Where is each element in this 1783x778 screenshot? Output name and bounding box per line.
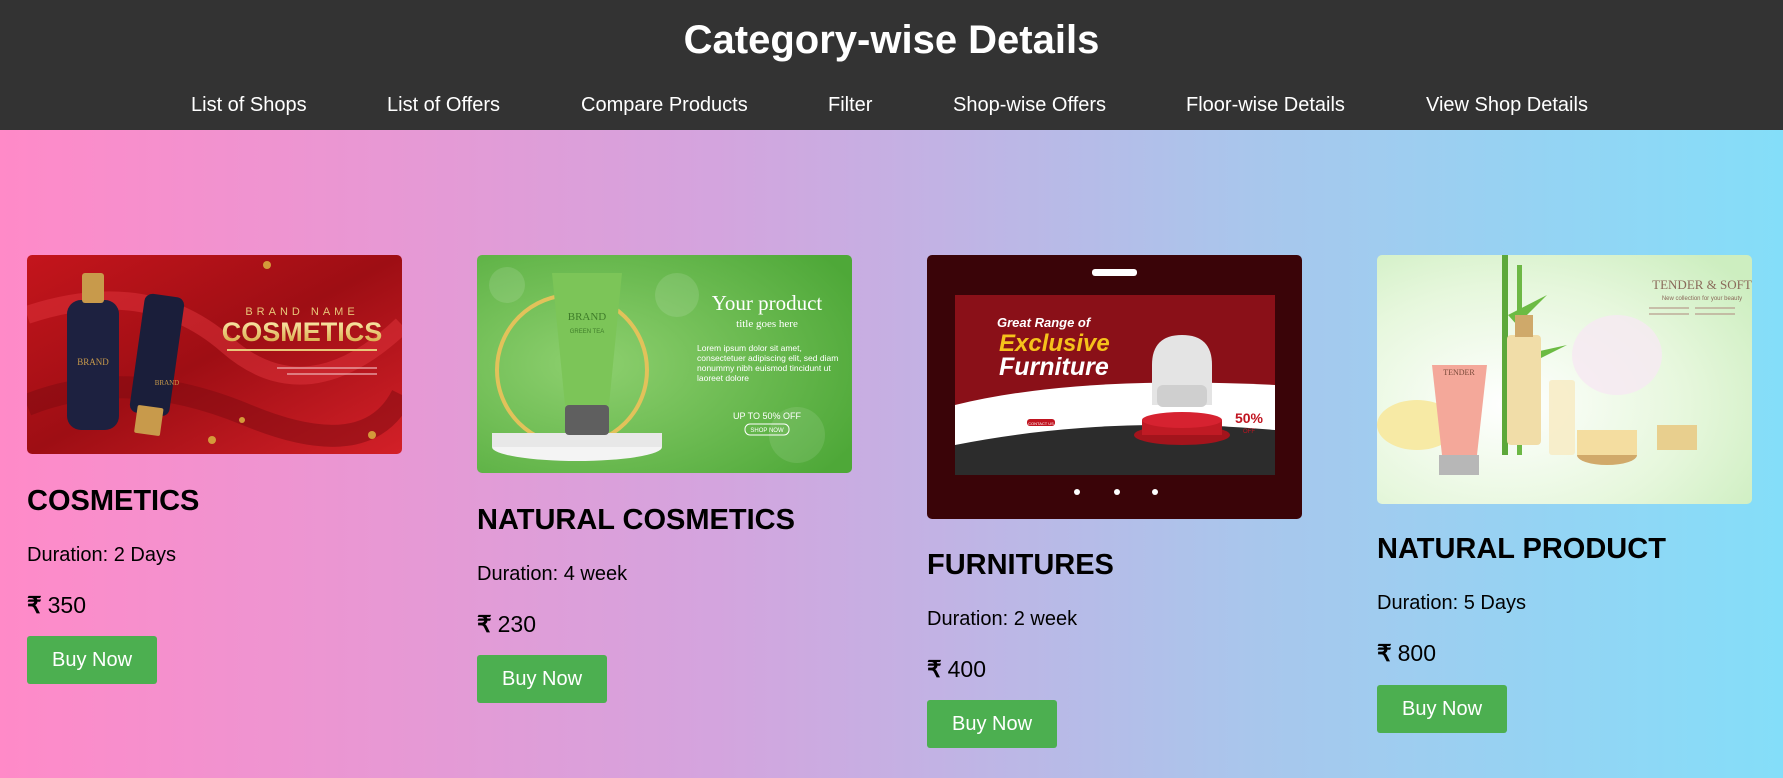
price-value: 230	[497, 611, 537, 637]
svg-text:New collection for your beauty: New collection for your beauty	[1662, 296, 1742, 302]
svg-text:Your product: Your product	[712, 291, 823, 315]
cosmetics-banner-graphic: BRAND BRAND BRAND NAME COSMETICS	[27, 255, 402, 454]
svg-text:UP TO 50% OFF: UP TO 50% OFF	[733, 411, 802, 421]
nav-view-shop-details[interactable]: View Shop Details	[1426, 94, 1588, 117]
rupee-icon: ₹	[27, 592, 42, 618]
rupee-icon: ₹	[1377, 640, 1392, 666]
svg-text:CONTACT US: CONTACT US	[1028, 421, 1054, 426]
svg-text:title goes here: title goes here	[736, 318, 798, 330]
card-title: COSMETICS	[27, 485, 200, 517]
buy-now-button[interactable]: Buy Now	[927, 700, 1057, 748]
category-card-furnitures: Great Range of Exclusive Furniture CONTA…	[927, 255, 1302, 748]
card-title: NATURAL PRODUCT	[1377, 533, 1666, 565]
nav-floor-wise-details[interactable]: Floor-wise Details	[1186, 94, 1345, 117]
svg-text:GREEN TEA: GREEN TEA	[570, 329, 605, 335]
card-duration: Duration: 2 week	[927, 608, 1078, 630]
category-card-natural-product: TENDER TENDER & SOFT New collection for …	[1377, 255, 1752, 733]
card-title: FURNITURES	[927, 549, 1114, 581]
rupee-icon: ₹	[927, 656, 942, 682]
svg-text:Great Range of: Great Range of	[997, 315, 1092, 330]
price-value: 800	[1397, 640, 1437, 666]
price-value: 350	[47, 592, 87, 618]
furnitures-banner-image: Great Range of Exclusive Furniture CONTA…	[927, 255, 1302, 519]
svg-text:Furniture: Furniture	[999, 353, 1109, 381]
nav-list-of-offers[interactable]: List of Offers	[387, 94, 500, 117]
card-price: ₹230	[477, 611, 536, 638]
page-title: Category-wise Details	[683, 18, 1100, 62]
nav-list-of-shops[interactable]: List of Shops	[191, 94, 307, 117]
natural-cosmetics-banner-image: BRAND GREEN TEA Your product title goes …	[477, 255, 852, 473]
nav-bar: List of Shops List of Offers Compare Pro…	[0, 94, 1783, 118]
price-value: 400	[947, 656, 987, 682]
category-card-natural-cosmetics: BRAND GREEN TEA Your product title goes …	[477, 255, 852, 703]
svg-text:TENDER: TENDER	[1443, 368, 1475, 377]
buy-now-button[interactable]: Buy Now	[1377, 685, 1507, 733]
svg-text:BRAND: BRAND	[77, 357, 109, 367]
category-card-cosmetics: BRAND BRAND BRAND NAME COSMETICS COSMETI…	[27, 255, 402, 684]
svg-text:BRAND: BRAND	[155, 379, 180, 387]
card-price: ₹400	[927, 656, 986, 683]
svg-text:BRAND: BRAND	[568, 311, 607, 323]
top-header: Category-wise Details List of Shops List…	[0, 0, 1783, 130]
furnitures-banner-graphic: Great Range of Exclusive Furniture CONTA…	[927, 255, 1302, 519]
buy-now-button[interactable]: Buy Now	[27, 636, 157, 684]
card-duration: Duration: 2 Days	[27, 544, 176, 566]
card-duration: Duration: 4 week	[477, 563, 628, 585]
svg-text:50%: 50%	[1235, 410, 1264, 426]
svg-text:OFF: OFF	[1243, 429, 1255, 435]
rupee-icon: ₹	[477, 611, 492, 637]
nav-shop-wise-offers[interactable]: Shop-wise Offers	[953, 94, 1106, 117]
card-price: ₹350	[27, 592, 86, 619]
nav-filter[interactable]: Filter	[828, 94, 872, 117]
svg-text:COSMETICS: COSMETICS	[222, 317, 383, 347]
svg-text:SHOP NOW: SHOP NOW	[750, 428, 784, 434]
svg-text:TENDER & SOFT: TENDER & SOFT	[1652, 277, 1752, 292]
card-title: NATURAL COSMETICS	[477, 504, 795, 536]
natural-cosmetics-banner-graphic: BRAND GREEN TEA Your product title goes …	[477, 255, 852, 473]
natural-product-banner-graphic: TENDER TENDER & SOFT New collection for …	[1377, 255, 1752, 504]
card-price: ₹800	[1377, 640, 1436, 667]
cosmetics-banner-image: BRAND BRAND BRAND NAME COSMETICS	[27, 255, 402, 454]
nav-compare-products[interactable]: Compare Products	[581, 94, 748, 117]
card-duration: Duration: 5 Days	[1377, 592, 1526, 614]
buy-now-button[interactable]: Buy Now	[477, 655, 607, 703]
natural-product-banner-image: TENDER TENDER & SOFT New collection for …	[1377, 255, 1752, 504]
